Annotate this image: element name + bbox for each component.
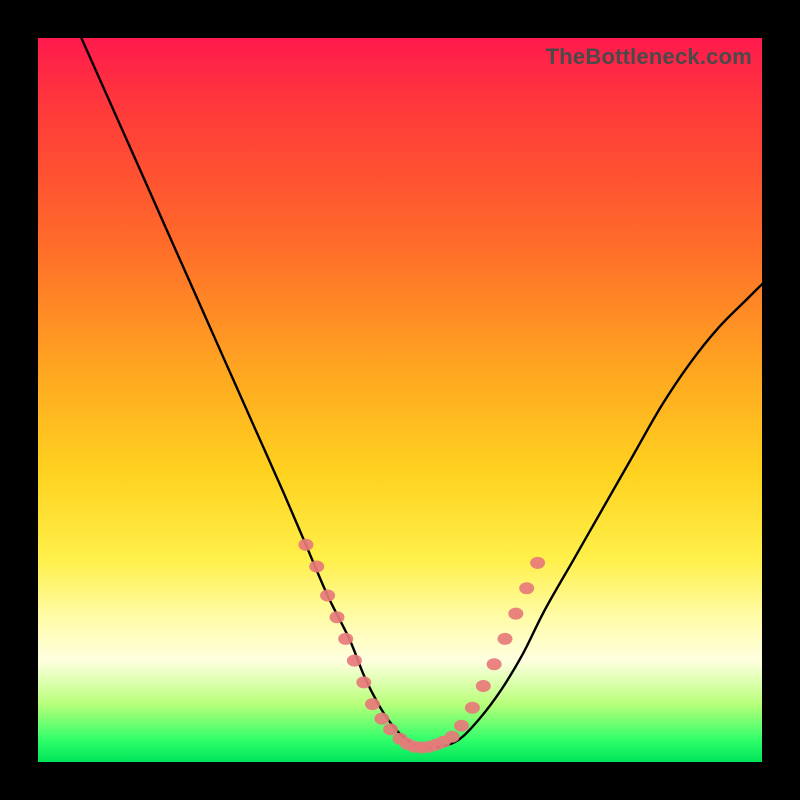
marker-dot xyxy=(498,633,513,645)
marker-dot xyxy=(383,723,398,735)
marker-dot xyxy=(338,633,353,645)
marker-dot xyxy=(320,590,335,602)
plot-area: TheBottleneck.com xyxy=(38,38,762,762)
marker-dot xyxy=(530,557,545,569)
chart-frame: TheBottleneck.com xyxy=(0,0,800,800)
marker-dot xyxy=(508,608,523,620)
marker-dot xyxy=(356,676,371,688)
bottleneck-curve xyxy=(81,38,762,748)
marker-dot xyxy=(309,561,324,573)
marker-dot xyxy=(445,731,460,743)
marker-dot xyxy=(476,680,491,692)
marker-dot xyxy=(374,713,389,725)
marker-dot xyxy=(347,655,362,667)
marker-dot xyxy=(365,698,380,710)
marker-dot xyxy=(465,702,480,714)
curve-layer xyxy=(38,38,762,762)
marker-dot xyxy=(487,658,502,670)
highlight-markers xyxy=(298,539,545,754)
marker-dot xyxy=(454,720,469,732)
marker-dot xyxy=(519,582,534,594)
marker-dot xyxy=(298,539,313,551)
marker-dot xyxy=(330,611,345,623)
